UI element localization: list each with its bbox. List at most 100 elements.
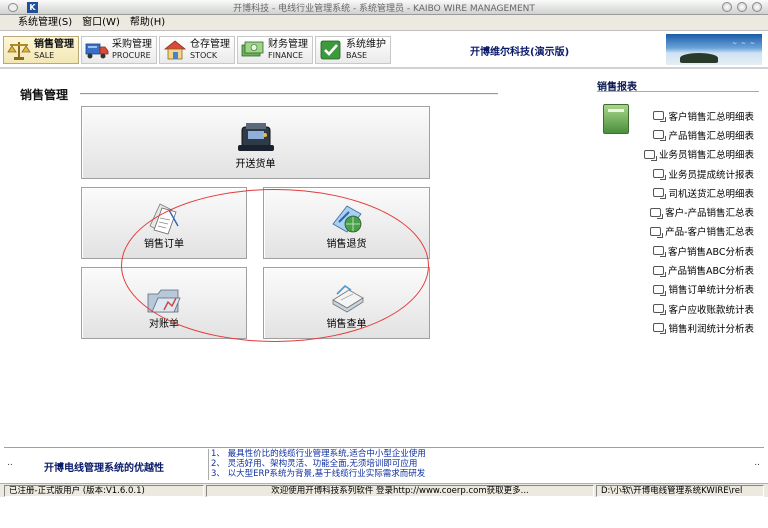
- report-link-label: 客户销售汇总明细表: [668, 111, 754, 123]
- report-link[interactable]: 客户销售ABC分析表: [653, 241, 754, 260]
- report-icon: [653, 323, 667, 335]
- report-link-label: 产品-客户销售汇总表: [665, 227, 754, 239]
- report-link-label: 业务员提成统计报表: [668, 169, 754, 181]
- module-sublabel: PROCURE: [112, 51, 151, 60]
- module-sublabel: SALE: [34, 51, 55, 60]
- papers-stack-icon: [331, 284, 364, 313]
- report-icon: [653, 111, 667, 123]
- status-welcome: 欢迎使用开博科技系列软件 登录http://www.coerp.com获取更多.…: [206, 485, 594, 497]
- reports-divider: [597, 91, 759, 92]
- info-line: 3、 以大型ERP系统为背景,基于线缆行业实际需求而研发: [211, 469, 426, 479]
- module-sublabel: BASE: [346, 51, 368, 60]
- report-link[interactable]: 客户-产品销售汇总表: [650, 202, 754, 221]
- module-procure-button[interactable]: 采购管理 PROCURE: [81, 36, 157, 64]
- status-path: D:\小软\开博电线管理系统KWIRE\rel: [596, 485, 764, 497]
- report-icon: [653, 304, 667, 316]
- menu-system[interactable]: 系统管理(S): [18, 15, 72, 30]
- module-toolbar: 销售管理 SALE 采购管理 PROCURE 仓存管理 STOCK 财务管理 F…: [0, 31, 768, 69]
- scale-icon: [7, 42, 31, 60]
- tile-label: 开送货单: [235, 159, 276, 170]
- delivery-note-button[interactable]: 开送货单: [81, 106, 430, 179]
- info-title: 开博电线管理系统的优越性: [44, 463, 164, 474]
- maximize-icon[interactable]: [737, 2, 747, 12]
- module-finance-button[interactable]: 财务管理 FINANCE: [237, 36, 313, 64]
- module-stock-button[interactable]: 仓存管理 STOCK: [159, 36, 235, 64]
- globe-icon: [331, 205, 362, 233]
- money-icon: [241, 41, 264, 57]
- tile-label: 对账单: [149, 319, 179, 330]
- info-line: 1、 最具性价比的线缆行业管理系统,适合中小型企业使用: [211, 449, 426, 459]
- status-bar: 已注册-正式版用户 (版本:V1.6.0.1) 欢迎使用开博科技系列软件 登录h…: [0, 483, 768, 497]
- info-scroll-left[interactable]: ..: [7, 458, 13, 468]
- report-icon: [653, 130, 667, 142]
- report-icon: [653, 169, 667, 181]
- info-separator: [208, 449, 209, 480]
- documents-icon: [149, 203, 179, 235]
- menu-bar: 系统管理(S) 窗口(W) 帮助(H): [0, 15, 768, 31]
- report-link-label: 客户-产品销售汇总表: [665, 208, 754, 220]
- report-link-label: 销售利润统计分析表: [668, 323, 754, 335]
- title-bar: K 开博科技 - 电线行业管理系统 - 系统管理员 - KAIBO WIRE M…: [0, 0, 768, 15]
- report-icon: [653, 246, 667, 258]
- report-icon: [653, 284, 667, 296]
- house-icon: [163, 40, 187, 60]
- banner-image: ~ ~ ~: [666, 34, 762, 65]
- report-link[interactable]: 产品-客户销售汇总表: [650, 222, 754, 241]
- report-icon: [643, 149, 657, 161]
- info-line: 2、 灵活好用、架构灵活、功能全面,无须培训即可应用: [211, 459, 418, 469]
- report-link-label: 销售订单统计分析表: [668, 285, 754, 297]
- report-link[interactable]: 销售订单统计分析表: [653, 280, 754, 299]
- window-title: 开博科技 - 电线行业管理系统 - 系统管理员 - KAIBO WIRE MAN…: [233, 4, 535, 14]
- report-link-label: 产品销售汇总明细表: [668, 130, 754, 142]
- report-link[interactable]: 产品销售ABC分析表: [653, 260, 754, 279]
- report-link[interactable]: 客户应收账款统计表: [653, 299, 754, 318]
- module-label: 销售管理: [34, 39, 74, 50]
- statement-button[interactable]: 对账单: [81, 267, 247, 339]
- report-icon: [650, 226, 664, 238]
- check-icon: [320, 40, 341, 60]
- report-link-label: 业务员销售汇总明细表: [658, 150, 754, 162]
- sales-return-button[interactable]: 销售退货: [263, 187, 430, 259]
- module-base-button[interactable]: 系统维护 BASE: [315, 36, 391, 64]
- report-icon: [650, 207, 664, 219]
- module-label: 采购管理: [112, 39, 152, 50]
- menu-window[interactable]: 窗口(W): [82, 15, 120, 30]
- company-name: 开博维尔科技(演示版): [470, 47, 570, 58]
- delivery-machine-icon: [237, 123, 274, 151]
- desktop-background: [0, 497, 768, 528]
- info-divider: [4, 447, 764, 448]
- report-link[interactable]: 业务员销售汇总明细表: [643, 145, 754, 164]
- truck-icon: [85, 43, 109, 59]
- report-link[interactable]: 销售利润统计分析表: [653, 318, 754, 337]
- folder-chart-icon: [147, 289, 181, 313]
- report-link[interactable]: 产品销售汇总明细表: [653, 125, 754, 144]
- report-link[interactable]: 业务员提成统计报表: [653, 164, 754, 183]
- sales-order-button[interactable]: 销售订单: [81, 187, 247, 259]
- info-lines: 1、 最具性价比的线缆行业管理系统,适合中小型企业使用 2、 灵活好用、架构灵活…: [211, 449, 426, 479]
- menu-help[interactable]: 帮助(H): [130, 15, 165, 30]
- module-sublabel: FINANCE: [268, 51, 304, 60]
- report-list: 客户销售汇总明细表 产品销售汇总明细表 业务员销售汇总明细表 业务员提成统计报表…: [643, 106, 754, 338]
- tile-label: 销售订单: [144, 239, 184, 250]
- main-panel: 销售管理 开送货单 销售订单 销售退货 对账单 销售查单 销售报表 客户销售汇总…: [0, 71, 768, 445]
- sales-query-button[interactable]: 销售查单: [263, 267, 430, 339]
- minimize-icon[interactable]: [722, 2, 732, 12]
- tile-label: 销售退货: [326, 239, 367, 250]
- report-link-label: 产品销售ABC分析表: [668, 266, 754, 278]
- report-link[interactable]: 司机送货汇总明细表: [653, 183, 754, 202]
- module-sale-button[interactable]: 销售管理 SALE: [3, 36, 79, 64]
- report-link-label: 客户销售ABC分析表: [668, 246, 754, 258]
- report-link[interactable]: 客户销售汇总明细表: [653, 106, 754, 125]
- report-link-label: 司机送货汇总明细表: [668, 188, 754, 200]
- tile-label: 销售查单: [326, 319, 367, 330]
- status-registration: 已注册-正式版用户 (版本:V1.6.0.1): [4, 485, 204, 497]
- report-link-label: 客户应收账款统计表: [668, 304, 754, 316]
- module-label: 财务管理: [268, 39, 308, 50]
- info-scroll-right[interactable]: ..: [754, 458, 760, 468]
- section-divider: [80, 93, 498, 95]
- module-label: 仓存管理: [190, 39, 230, 50]
- info-bar: .. 开博电线管理系统的优越性 1、 最具性价比的线缆行业管理系统,适合中小型企…: [0, 445, 768, 482]
- module-sublabel: STOCK: [190, 51, 218, 60]
- close-icon[interactable]: [752, 2, 762, 12]
- report-icon: [653, 265, 667, 277]
